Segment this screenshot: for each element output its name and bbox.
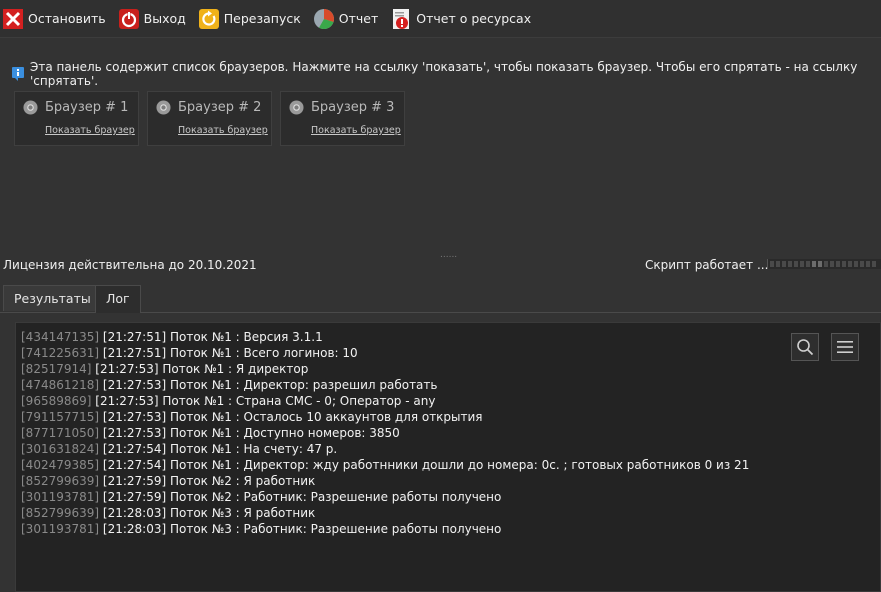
log-line: [96589869] [21:27:53] Поток №1 : Страна … <box>21 393 749 409</box>
log-line-id: [474861218] <box>21 378 100 392</box>
restart-label: Перезапуск <box>223 11 301 26</box>
browsers-info-text: Эта панель содержит список браузеров. На… <box>30 60 858 88</box>
log-line-id: [852799639] <box>21 506 100 520</box>
pie-chart-icon <box>313 8 335 30</box>
log-line-id: [96589869] <box>21 394 92 408</box>
log-line: [301193781] [21:27:59] Поток №2 : Работн… <box>21 489 749 505</box>
log-line-id: [301631824] <box>21 442 100 456</box>
tab-results[interactable]: Результаты <box>3 285 102 311</box>
tab-bar: Результаты Лог <box>0 285 881 313</box>
log-line-text: [21:27:53] Поток №1 : Доступно номеров: … <box>99 426 400 440</box>
log-line: [82517914] [21:27:53] Поток №1 : Я дирек… <box>21 361 749 377</box>
log-line: [474861218] [21:27:53] Поток №1 : Директ… <box>21 377 749 393</box>
log-line-id: [82517914] <box>21 362 92 376</box>
log-panel: [434147135] [21:27:51] Поток №1 : Версия… <box>15 322 881 592</box>
log-line-text: [21:27:53] Поток №1 : Осталось 10 аккаун… <box>99 410 483 424</box>
chrome-icon <box>156 100 171 115</box>
log-line-text: [21:27:53] Поток №1 : Директор: разрешил… <box>99 378 438 392</box>
log-line: [301631824] [21:27:54] Поток №1 : На сче… <box>21 441 749 457</box>
power-icon <box>118 8 140 30</box>
show-browser-link[interactable]: Показать браузер <box>45 125 135 136</box>
log-line-text: [21:27:53] Поток №1 : Страна СМС - 0; Оп… <box>91 394 436 408</box>
stop-label: Остановить <box>28 11 106 26</box>
log-line-text: [21:27:54] Поток №1 : На счету: 47 р. <box>99 442 338 456</box>
log-line-id: [434147135] <box>21 330 100 344</box>
log-line: [877171050] [21:27:53] Поток №1 : Доступ… <box>21 425 749 441</box>
info-icon <box>12 67 24 81</box>
resources-report-label: Отчет о ресурсах <box>416 11 532 26</box>
stop-x-icon <box>2 8 24 30</box>
script-status: Скрипт работает ... <box>645 258 769 272</box>
browser-card: Браузер # 1 Показать браузер <box>14 91 139 146</box>
chrome-icon <box>23 100 38 115</box>
report-button[interactable]: Отчет <box>311 4 383 34</box>
log-line-text: [21:27:51] Поток №1 : Всего логинов: 10 <box>99 346 358 360</box>
log-line-id: [301193781] <box>21 490 100 504</box>
log-line: [791157715] [21:27:53] Поток №1 : Остало… <box>21 409 749 425</box>
report-label: Отчет <box>338 11 379 26</box>
log-line-id: [741225631] <box>21 346 100 360</box>
log-line-text: [21:27:51] Поток №1 : Версия 3.1.1 <box>99 330 323 344</box>
log-line-text: [21:27:59] Поток №2 : Работник: Разрешен… <box>99 490 502 504</box>
log-line: [852799639] [21:27:59] Поток №2 : Я рабо… <box>21 473 749 489</box>
toolbar: Остановить Выход Перезапуск Отчет Отчет … <box>0 0 881 38</box>
exit-button[interactable]: Выход <box>116 4 191 34</box>
log-search-button[interactable] <box>791 333 819 361</box>
browser-title: Браузер # 1 <box>45 100 129 115</box>
log-line-id: [301193781] <box>21 522 100 536</box>
log-line: [301193781] [21:28:03] Поток №3 : Работн… <box>21 521 749 537</box>
browser-card: Браузер # 3 Показать браузер <box>280 91 405 146</box>
exit-label: Выход <box>143 11 186 26</box>
log-line-text: [21:28:03] Поток №3 : Работник: Разрешен… <box>99 522 502 536</box>
browser-card: Браузер # 2 Показать браузер <box>147 91 272 146</box>
splitter-grip[interactable]: ...... <box>440 250 457 260</box>
resources-report-button[interactable]: Отчет о ресурсах <box>388 4 536 34</box>
show-browser-link[interactable]: Показать браузер <box>311 125 401 136</box>
log-lines: [434147135] [21:27:51] Поток №1 : Версия… <box>21 329 749 537</box>
log-line-id: [877171050] <box>21 426 100 440</box>
restart-button[interactable]: Перезапуск <box>196 4 306 34</box>
tab-log[interactable]: Лог <box>95 285 141 313</box>
log-line-text: [21:27:59] Поток №2 : Я работник <box>99 474 316 488</box>
search-icon <box>796 338 814 356</box>
stop-button[interactable]: Остановить <box>0 4 111 34</box>
browser-title: Браузер # 2 <box>178 100 262 115</box>
show-browser-link[interactable]: Показать браузер <box>178 125 268 136</box>
script-progress-indicator <box>767 259 881 269</box>
log-menu-button[interactable] <box>831 333 859 361</box>
alert-document-icon <box>390 8 412 30</box>
log-line-text: [21:27:54] Поток №1 : Директор: жду рабо… <box>99 458 750 472</box>
log-line: [434147135] [21:27:51] Поток №1 : Версия… <box>21 329 749 345</box>
browser-title: Браузер # 3 <box>311 100 395 115</box>
log-line-text: [21:27:53] Поток №1 : Я директор <box>91 362 309 376</box>
log-line-id: [852799639] <box>21 474 100 488</box>
log-line-id: [791157715] <box>21 410 100 424</box>
chrome-icon <box>289 100 304 115</box>
log-line: [852799639] [21:28:03] Поток №3 : Я рабо… <box>21 505 749 521</box>
log-line-text: [21:28:03] Поток №3 : Я работник <box>99 506 316 520</box>
license-status: Лицензия действительна до 20.10.2021 <box>3 258 257 272</box>
log-line: [402479385] [21:27:54] Поток №1 : Директ… <box>21 457 749 473</box>
browsers-info: Эта панель содержит список браузеров. На… <box>12 60 881 88</box>
restart-icon <box>198 8 220 30</box>
hamburger-menu-icon <box>836 338 854 356</box>
log-line: [741225631] [21:27:51] Поток №1 : Всего … <box>21 345 749 361</box>
log-line-id: [402479385] <box>21 458 100 472</box>
